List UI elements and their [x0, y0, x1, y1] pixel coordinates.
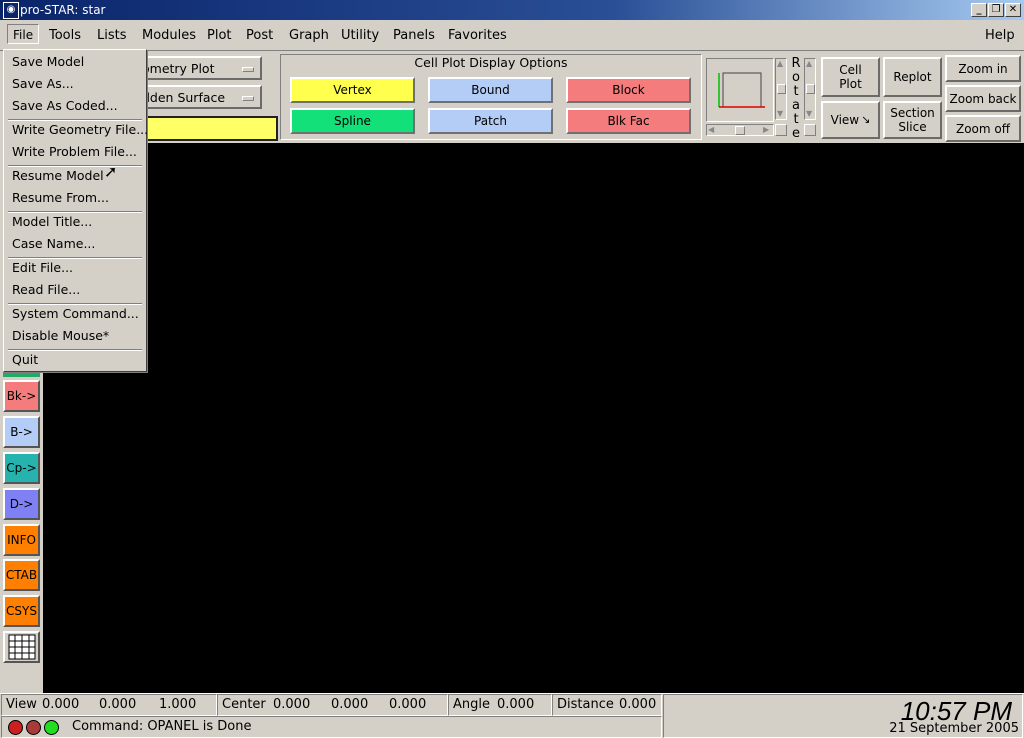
- menu-separator: [8, 119, 142, 121]
- status-light-green: [44, 720, 59, 735]
- section-slice-button[interactable]: Section Slice: [883, 101, 942, 139]
- view-button[interactable]: View ↘: [821, 101, 880, 139]
- cell-plot-button[interactable]: Cell Plot: [821, 57, 880, 97]
- angle-readout: Angle 0.000: [448, 694, 552, 716]
- select-indicator-icon: [242, 67, 254, 72]
- rotate-reset-left[interactable]: [775, 124, 787, 136]
- menu-separator: [8, 211, 142, 213]
- menu-item-system-command[interactable]: System Command...: [12, 306, 139, 321]
- command-field[interactable]: [128, 116, 278, 141]
- menu-item-disable-mouse[interactable]: Disable Mouse*: [12, 328, 109, 343]
- menu-panels[interactable]: Panels: [393, 28, 435, 43]
- menu-item-edit-file[interactable]: Edit File...: [12, 260, 73, 275]
- globe-icon[interactable]: ◉: [3, 2, 19, 19]
- palette-b-button[interactable]: B->: [3, 416, 40, 448]
- table-grid-icon[interactable]: [3, 631, 40, 663]
- arrow-up-icon[interactable]: ▲: [806, 59, 812, 68]
- axis-triad-icon: [718, 72, 765, 108]
- arrow-pointer-icon: ↘: [861, 113, 871, 126]
- menu-separator: [8, 257, 142, 259]
- arrow-down-icon[interactable]: ▼: [777, 109, 783, 118]
- minimize-button[interactable]: _: [971, 3, 987, 17]
- menu-item-model-title[interactable]: Model Title...: [12, 214, 92, 229]
- slider-thumb[interactable]: [735, 126, 745, 135]
- mouse-cursor-icon: ➚: [104, 162, 118, 181]
- arrow-down-icon[interactable]: ▼: [806, 109, 812, 118]
- select-indicator-icon: [242, 96, 254, 101]
- palette-ctab-button[interactable]: CTAB: [3, 559, 40, 591]
- menu-graph[interactable]: Graph: [289, 28, 329, 43]
- axis-preview[interactable]: [706, 58, 774, 122]
- menu-item-resume-model[interactable]: Resume Model: [12, 168, 104, 183]
- window-title: pro-STAR: star: [20, 3, 106, 17]
- zoom-off-button[interactable]: Zoom off: [945, 115, 1021, 142]
- menu-item-read-file[interactable]: Read File...: [12, 282, 80, 297]
- menu-item-save-as[interactable]: Save As...: [12, 76, 74, 91]
- palette-bk-button[interactable]: Bk->: [3, 380, 40, 412]
- menu-file[interactable]: File: [7, 24, 40, 44]
- center-readout: Center 0.000 0.000 0.000: [217, 694, 448, 716]
- arrow-left-icon[interactable]: ◀: [708, 125, 714, 134]
- status-light-dark-red: [26, 720, 41, 735]
- rotate-vertical-slider-right[interactable]: ▲ ▼: [804, 58, 816, 120]
- status-light-red: [8, 720, 23, 735]
- rotate-label: R o t a t e: [791, 56, 801, 141]
- arrow-up-icon[interactable]: ▲: [777, 59, 783, 68]
- plot-type-select[interactable]: ometry Plot: [128, 56, 262, 80]
- clock-panel: 10:57 PM 21 September 2005: [663, 694, 1023, 738]
- menu-item-save-as-coded[interactable]: Save As Coded...: [12, 98, 118, 113]
- palette-info-button[interactable]: INFO: [3, 524, 40, 556]
- cell-plot-heading: Cell Plot Display Options: [414, 55, 568, 70]
- spline-button[interactable]: Spline: [290, 108, 415, 134]
- menu-separator: [8, 303, 142, 305]
- palette-d-button[interactable]: D->: [3, 488, 40, 520]
- palette-csys-button[interactable]: CSYS: [3, 595, 40, 627]
- vertex-button[interactable]: Vertex: [290, 77, 415, 103]
- replot-button[interactable]: Replot: [883, 57, 942, 97]
- patch-button[interactable]: Patch: [428, 108, 553, 134]
- rotate-reset-right[interactable]: [804, 124, 816, 136]
- distance-readout: Distance 0.000: [552, 694, 662, 716]
- command-status: Command: OPANEL is Done: [1, 716, 662, 738]
- palette-cp-button[interactable]: Cp->: [3, 452, 40, 484]
- menu-divider: [0, 50, 1024, 51]
- view-readout: View 0.000 0.000 1.000: [1, 694, 217, 716]
- menu-utility[interactable]: Utility: [341, 28, 379, 43]
- rotate-horizontal-slider[interactable]: ◀ ▶: [706, 124, 774, 136]
- command-status-text: Command: OPANEL is Done: [72, 719, 252, 734]
- clock-date: 21 September 2005: [889, 721, 1019, 736]
- menu-item-case-name[interactable]: Case Name...: [12, 236, 95, 251]
- menu-tools[interactable]: Tools: [49, 28, 81, 43]
- restore-button[interactable]: ❐: [988, 3, 1004, 17]
- menu-item-write-problem[interactable]: Write Problem File...: [12, 144, 137, 159]
- menu-item-save-model[interactable]: Save Model: [12, 54, 84, 69]
- menu-lists[interactable]: Lists: [97, 28, 127, 43]
- menu-post[interactable]: Post: [246, 28, 273, 43]
- menu-item-quit[interactable]: Quit: [12, 352, 38, 367]
- menu-separator: [8, 349, 142, 351]
- palette-hidden-button[interactable]: [3, 372, 40, 377]
- graphics-viewport[interactable]: [43, 143, 1024, 693]
- menu-plot[interactable]: Plot: [207, 28, 232, 43]
- menu-separator: [8, 165, 142, 167]
- block-button[interactable]: Block: [566, 77, 691, 103]
- blk-fac-button[interactable]: Blk Fac: [566, 108, 691, 134]
- arrow-right-icon[interactable]: ▶: [763, 125, 769, 134]
- rotate-vertical-slider-left[interactable]: ▲ ▼: [775, 58, 787, 120]
- menu-modules[interactable]: Modules: [142, 28, 196, 43]
- menu-bar: File Tools Lists Modules Plot Post Graph…: [0, 22, 1024, 50]
- bound-button[interactable]: Bound: [428, 77, 553, 103]
- slider-thumb[interactable]: [777, 84, 786, 94]
- file-menu: Save Model Save As... Save As Coded... W…: [3, 49, 148, 372]
- title-bar: ◉ pro-STAR: star _ ❐ ✕: [0, 0, 1024, 20]
- menu-item-write-geometry[interactable]: Write Geometry File...: [12, 122, 148, 137]
- slider-thumb[interactable]: [806, 84, 815, 94]
- menu-item-resume-from[interactable]: Resume From...: [12, 190, 109, 205]
- menu-help[interactable]: Help: [985, 28, 1015, 43]
- zoom-in-button[interactable]: Zoom in: [945, 55, 1021, 82]
- close-button[interactable]: ✕: [1005, 3, 1021, 17]
- zoom-back-button[interactable]: Zoom back: [945, 85, 1021, 112]
- surface-select[interactable]: dden Surface: [128, 85, 262, 109]
- menu-favorites[interactable]: Favorites: [448, 28, 507, 43]
